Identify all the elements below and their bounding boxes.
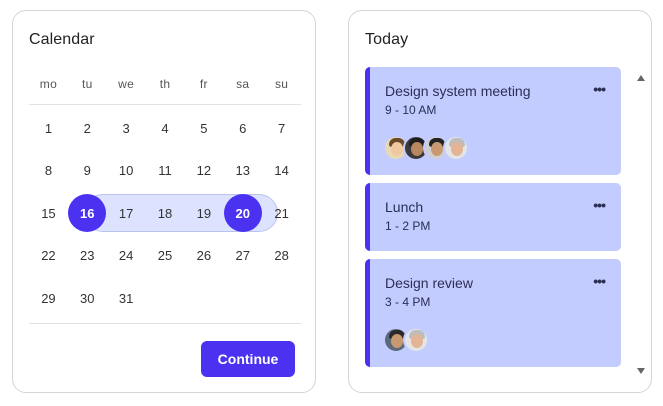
calendar-day[interactable]: 14: [262, 152, 301, 190]
calendar-day[interactable]: 24: [107, 237, 146, 275]
calendar-day[interactable]: 3: [107, 109, 146, 147]
calendar-day[interactable]: 27: [223, 237, 262, 275]
calendar-day[interactable]: 31: [107, 279, 146, 317]
calendar-day[interactable]: 26: [184, 237, 223, 275]
calendar-day[interactable]: 6: [223, 109, 262, 147]
calendar-day[interactable]: 29: [29, 279, 68, 317]
calendar-day[interactable]: 7: [262, 109, 301, 147]
calendar-day[interactable]: 21: [262, 194, 301, 232]
calendar-day[interactable]: 15: [29, 194, 68, 232]
calendar-day[interactable]: 4: [146, 109, 185, 147]
calendar-day[interactable]: 16: [68, 194, 107, 233]
calendar-week: 29 30 31: [29, 277, 301, 320]
calendar-day[interactable]: 1: [29, 109, 68, 147]
event-card[interactable]: Design review 3 - 4 PM •••: [365, 259, 621, 367]
calendar-day[interactable]: 2: [68, 109, 107, 147]
divider: [29, 323, 301, 324]
more-horizontal-icon[interactable]: •••: [593, 81, 606, 97]
caret-up-icon[interactable]: [637, 75, 645, 81]
weekday-label: su: [274, 77, 289, 91]
calendar-day[interactable]: 28: [262, 237, 301, 275]
calendar-day[interactable]: 5: [184, 109, 223, 147]
more-horizontal-icon[interactable]: •••: [593, 197, 606, 213]
calendar-day[interactable]: 13: [223, 152, 262, 190]
calendar-day[interactable]: 23: [68, 237, 107, 275]
more-horizontal-icon[interactable]: •••: [593, 273, 606, 289]
event-title: Design system meeting: [385, 83, 531, 99]
calendar-day[interactable]: 19: [184, 194, 223, 232]
event-title: Lunch: [385, 199, 424, 215]
weekday-header: mo tu we th fr sa su: [29, 77, 301, 105]
avatar: [403, 327, 429, 353]
calendar-card: Calendar mo tu we th fr sa su 1234567891…: [12, 10, 316, 393]
attendee-avatars: [383, 135, 469, 161]
weekday-label: we: [118, 77, 135, 91]
calendar-week: 1234567: [29, 107, 301, 150]
calendar-day[interactable]: 17: [107, 194, 146, 232]
calendar-title: Calendar: [29, 31, 95, 48]
calendar-day[interactable]: 25: [146, 237, 185, 275]
calendar-day[interactable]: 9: [68, 152, 107, 190]
today-card: Today Design system meeting 9 - 10 AM ••…: [348, 10, 652, 393]
weekday-label: th: [159, 77, 171, 91]
weekday-label: mo: [39, 77, 58, 91]
calendar-day[interactable]: 20: [223, 194, 262, 233]
caret-down-icon[interactable]: [637, 368, 645, 374]
weekday-label: tu: [81, 77, 93, 91]
event-card[interactable]: Design system meeting 9 - 10 AM •••: [365, 67, 621, 175]
calendar-day[interactable]: 30: [68, 279, 107, 317]
calendar-day[interactable]: 12: [184, 152, 223, 190]
calendar-week: 15 16 17 18 19 20 21: [29, 192, 301, 235]
calendar-day[interactable]: 10: [107, 152, 146, 190]
calendar-week: 8 9 10 11 12 13 14: [29, 150, 301, 193]
event-card[interactable]: Lunch 1 - 2 PM •••: [365, 183, 621, 251]
today-title: Today: [365, 31, 409, 48]
calendar-day[interactable]: 22: [29, 237, 68, 275]
avatar: [443, 135, 469, 161]
calendar-day[interactable]: 18: [146, 194, 185, 232]
calendar-week: 22 23 24 25 26 27 28: [29, 235, 301, 278]
attendee-avatars: [383, 327, 429, 353]
calendar-grid: 1 2 3 4 5 6 7 8 9 10 11 12 13 14 15 16 17 18 19 20 21 22 23 24 2…: [29, 107, 301, 320]
weekday-label: fr: [199, 77, 208, 91]
event-time: 3 - 4 PM: [385, 295, 431, 309]
weekday-label: sa: [236, 77, 250, 91]
calendar-day[interactable]: 8: [29, 152, 68, 190]
event-time: 9 - 10 AM: [385, 103, 437, 117]
calendar-day[interactable]: 11: [146, 152, 185, 190]
event-time: 1 - 2 PM: [385, 219, 431, 233]
event-title: Design review: [385, 275, 473, 291]
continue-button[interactable]: Continue: [201, 341, 295, 377]
